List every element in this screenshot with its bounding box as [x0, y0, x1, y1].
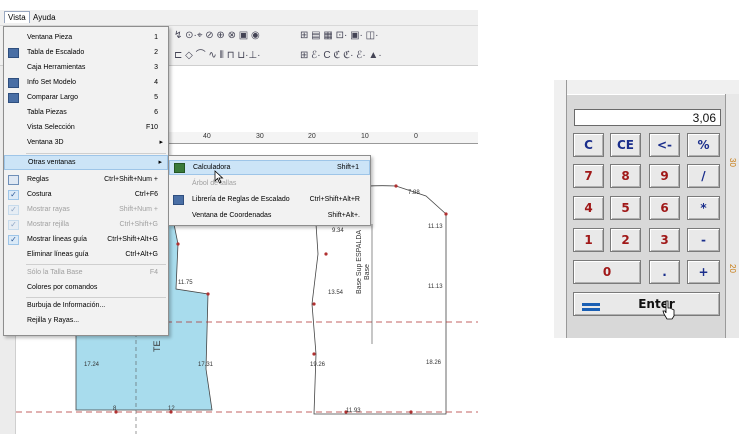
checkmark-icon: ✓: [8, 205, 19, 215]
side-ruler-label: 20: [727, 264, 737, 273]
menu-item-costura[interactable]: ✓ Costura Ctrl+F6: [4, 188, 168, 203]
menu-item-solo-talla-base: Sólo la Talla Base F4: [27, 269, 158, 276]
measurement-label: 11.75: [178, 280, 193, 286]
menu-item-comparar-largo[interactable]: Comparar Largo 5: [4, 91, 168, 106]
measurement-label: 11.13: [428, 284, 443, 290]
menu-item-colores-por-comandos[interactable]: Colores por comandos: [4, 281, 168, 296]
calc-multiply-button[interactable]: *: [687, 196, 720, 220]
calc-digit-3[interactable]: 3: [649, 228, 680, 252]
ruler-label: 10: [361, 133, 369, 140]
measurement-label: 17.31: [198, 362, 214, 368]
submenu-arrow-icon: ▸: [158, 159, 162, 166]
menu-item-otras-ventanas[interactable]: Otras ventanas ▸: [4, 155, 168, 170]
calc-digit-1[interactable]: 1: [573, 228, 604, 252]
table-icon: [8, 93, 19, 103]
menu-separator: [26, 153, 166, 154]
calculator-side-ruler: 30 20: [725, 94, 739, 338]
measurement-label: 13.54: [328, 290, 344, 296]
calc-add-button[interactable]: +: [687, 260, 720, 284]
vista-menu: Ventana Pieza 1 Tabla de Escalado 2 Caja H…: [3, 26, 169, 336]
toolbar-icons-row2[interactable]: ⊏ ◇ ⌒ ∿ ⦀ ⊓ ⊔·⊥·: [174, 49, 261, 63]
measurement-label: 19.26: [310, 362, 326, 368]
menu-item-vista-seleccion[interactable]: Vista Selección F10: [4, 121, 168, 136]
calc-digit-6[interactable]: 6: [649, 196, 680, 220]
calculator-display: 3,06: [574, 109, 721, 126]
submenu-arrow-icon: ▸: [159, 139, 163, 146]
pointer-hand-icon: [662, 300, 675, 320]
ruler-label: 0: [414, 133, 418, 140]
calculator-window: 3,06 C CE <- % 7 8 9 / 4 5 6 * 1 2 3 - 0…: [554, 80, 739, 338]
ruler-icon: [8, 175, 19, 185]
measurement-label: 9.34: [332, 228, 344, 234]
ruler-label: 30: [256, 133, 264, 140]
menu-item-caja-herramientas[interactable]: Caja Herramientas 3: [4, 61, 168, 76]
piece-name-label: Base Sup ESPALDA: [356, 229, 363, 294]
measurement-label: 18.26: [426, 360, 442, 366]
measurement-label: 8: [113, 406, 117, 412]
menu-item-mostrar-rayas: ✓ Mostrar rayas Shift+Num +: [4, 203, 168, 218]
menu-item-mostrar-rejilla: ✓ Mostrar rejilla Ctrl+Shift+G: [4, 218, 168, 233]
otras-ventanas-submenu: Calculadora Shift+1 Árbol de tallas Libre…: [168, 155, 371, 226]
cad-window: Vista Ayuda ↯ ⊙·⌖ ⊘ ⊕ ⊗ ▣ ◉ ⊞ ▤ ▦ ⊡· ▣· …: [0, 0, 478, 434]
side-ruler-label: 30: [727, 158, 737, 167]
piece-partial-label: TE: [152, 340, 162, 352]
measurement-label: 7.88: [408, 190, 420, 196]
menu-item-tabla-escalado[interactable]: Tabla de Escalado 2: [4, 46, 168, 61]
calc-digit-0[interactable]: 0: [573, 260, 641, 284]
ruler-label: 20: [308, 133, 316, 140]
measurement-label: 17.24: [84, 362, 100, 368]
calc-clear-button[interactable]: C: [573, 133, 604, 157]
menu-separator: [26, 297, 166, 298]
ruler-label: 40: [203, 133, 211, 140]
calc-clear-entry-button[interactable]: CE: [610, 133, 641, 157]
info-window-icon: [8, 78, 19, 88]
measurement-label: 11.13: [428, 224, 443, 230]
table-icon: [173, 195, 184, 205]
menu-ayuda[interactable]: Ayuda: [30, 12, 59, 23]
menu-item-libreria-reglas[interactable]: Librería de Reglas de Escalado Ctrl+Shift…: [169, 193, 370, 208]
calc-digit-4[interactable]: 4: [573, 196, 604, 220]
menu-item-arbol-tallas: Árbol de tallas: [192, 180, 237, 187]
measurement-label: 11.93: [346, 408, 361, 414]
enter-icon: [582, 303, 600, 311]
calc-digit-2[interactable]: 2: [610, 228, 641, 252]
menu-item-info-set-modelo[interactable]: Info Set Modelo 4: [4, 76, 168, 91]
menu-separator: [26, 264, 166, 265]
calc-backspace-button[interactable]: <-: [649, 133, 680, 157]
calc-percent-button[interactable]: %: [687, 133, 720, 157]
toolbar-icons-row1b[interactable]: ⊞ ▤ ▦ ⊡· ▣· ◫·: [300, 29, 378, 43]
calc-digit-8[interactable]: 8: [610, 164, 641, 188]
menu-item-tabla-piezas[interactable]: Tabla Piezas 6: [4, 106, 168, 121]
calculator-icon: [174, 163, 185, 173]
menu-item-eliminar-lineas-guia[interactable]: Eliminar líneas guía Ctrl+Alt+G: [4, 248, 168, 263]
menu-item-reglas[interactable]: Reglas Ctrl+Shift+Num +: [4, 173, 168, 188]
menu-item-rejilla-rayas[interactable]: Rejilla y Rayas...: [4, 314, 168, 329]
menu-item-calculadora[interactable]: Calculadora Shift+1: [169, 160, 370, 175]
menu-item-ventana-pieza[interactable]: Ventana Pieza 1: [4, 31, 168, 46]
menu-bar: Vista Ayuda: [0, 10, 478, 26]
checkmark-icon: ✓: [8, 235, 19, 245]
calc-divide-button[interactable]: /: [687, 164, 720, 188]
calc-digit-9[interactable]: 9: [649, 164, 680, 188]
piece-base-label: Base: [364, 264, 371, 280]
calc-digit-7[interactable]: 7: [573, 164, 604, 188]
menu-item-mostrar-lineas-guia[interactable]: ✓ Mostrar líneas guía Ctrl+Shift+Alt+G: [4, 233, 168, 248]
menu-item-ventana-3d[interactable]: Ventana 3D ▸: [4, 136, 168, 151]
measurement-label: 12: [168, 406, 175, 412]
menu-vista[interactable]: Vista: [4, 11, 30, 23]
grid-icon: [8, 48, 19, 58]
checkmark-icon: ✓: [8, 190, 19, 200]
calc-decimal-button[interactable]: .: [649, 260, 680, 284]
toolbar-icons-row1[interactable]: ↯ ⊙·⌖ ⊘ ⊕ ⊗ ▣ ◉: [174, 29, 260, 43]
toolbar-icons-row2b[interactable]: ⊞ ℰ· C ℭ ℭ· ℰ· ▲·: [300, 49, 382, 63]
menu-item-burbuja-informacion[interactable]: Burbuja de Información...: [4, 299, 168, 314]
checkmark-icon: ✓: [8, 220, 19, 230]
menu-item-ventana-coordenadas[interactable]: Ventana de Coordenadas Shift+Alt+.: [169, 209, 370, 224]
mouse-cursor-icon: [214, 170, 224, 184]
calc-subtract-button[interactable]: -: [687, 228, 720, 252]
calc-digit-5[interactable]: 5: [610, 196, 641, 220]
